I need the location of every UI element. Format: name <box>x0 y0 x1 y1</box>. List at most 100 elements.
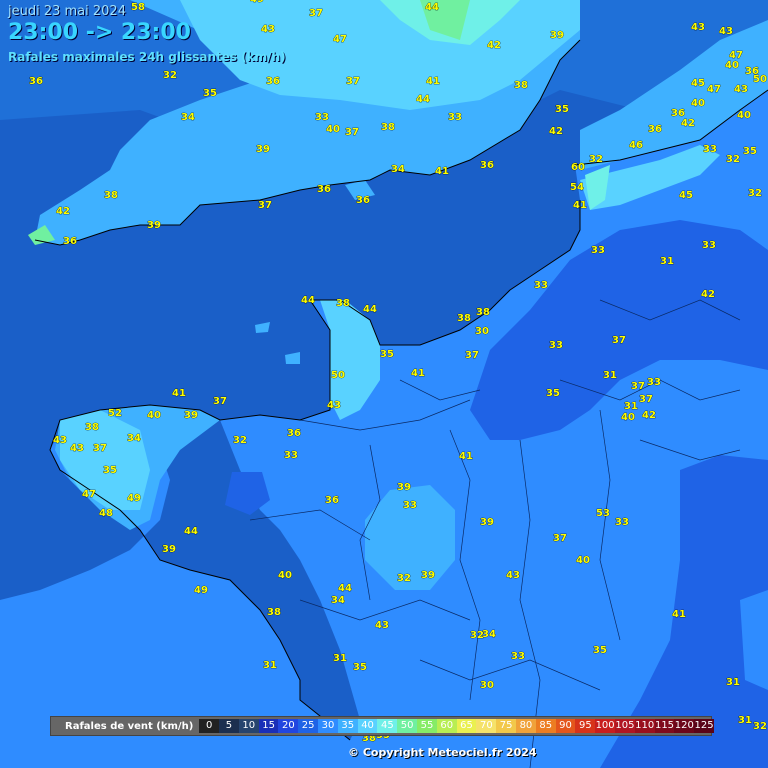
station-value: 44 <box>363 304 377 315</box>
station-value: 39 <box>397 482 411 493</box>
station-value: 37 <box>465 350 479 361</box>
station-value: 36 <box>29 76 43 87</box>
station-value: 47 <box>707 84 721 95</box>
station-value: 31 <box>738 715 752 726</box>
station-value: 32 <box>726 154 740 165</box>
station-value: 33 <box>315 112 329 123</box>
station-value: 35 <box>103 465 117 476</box>
station-value: 43 <box>734 84 748 95</box>
station-value: 41 <box>411 368 425 379</box>
legend-step: 60 <box>436 719 457 733</box>
station-value: 33 <box>511 651 525 662</box>
station-value: 33 <box>549 340 563 351</box>
station-value: 35 <box>546 388 560 399</box>
station-value: 30 <box>480 680 494 691</box>
station-value: 32 <box>233 435 247 446</box>
station-value: 34 <box>181 112 195 123</box>
station-value: 38 <box>336 298 350 309</box>
legend-step: 125 <box>694 719 714 733</box>
station-value: 40 <box>621 412 635 423</box>
station-value: 42 <box>56 206 70 217</box>
station-value: 48 <box>99 508 113 519</box>
station-value: 40 <box>326 124 340 135</box>
station-value: 37 <box>93 443 107 454</box>
station-value: 53 <box>596 508 610 519</box>
station-value: 41 <box>672 609 686 620</box>
station-value: 39 <box>480 517 494 528</box>
station-value: 43 <box>327 400 341 411</box>
station-value: 44 <box>184 526 198 537</box>
station-value: 52 <box>108 408 122 419</box>
station-value: 44 <box>301 295 315 306</box>
legend-step: 5 <box>219 719 239 733</box>
station-value: 34 <box>331 595 345 606</box>
legend-step: 95 <box>575 719 596 733</box>
station-value: 39 <box>162 544 176 555</box>
legend-step: 0 <box>199 719 220 733</box>
station-value: 32 <box>397 573 411 584</box>
station-value: 33 <box>591 245 605 256</box>
station-value: 41 <box>172 388 186 399</box>
station-value: 43 <box>70 443 84 454</box>
legend-step: 80 <box>516 719 536 733</box>
station-value: 41 <box>459 451 473 462</box>
legend-step: 70 <box>476 719 497 733</box>
station-value: 45 <box>679 190 693 201</box>
station-value: 46 <box>629 140 643 151</box>
station-value: 42 <box>487 40 501 51</box>
station-value: 31 <box>726 677 740 688</box>
station-value: 31 <box>660 256 674 267</box>
station-value: 60 <box>571 162 585 173</box>
color-legend: Rafales de vent (km/h) 0 5 10 15 20 25 30 35 40 4… <box>50 716 714 736</box>
station-value: 35 <box>555 104 569 115</box>
station-value: 41 <box>573 200 587 211</box>
station-value: 47 <box>333 34 347 45</box>
station-value: 43 <box>506 570 520 581</box>
legend-step: 30 <box>318 719 338 733</box>
legend-step: 45 <box>377 719 398 733</box>
legend-step: 20 <box>278 719 299 733</box>
station-value: 36 <box>480 160 494 171</box>
station-value: 36 <box>356 195 370 206</box>
station-value: 36 <box>317 184 331 195</box>
station-value: 43 <box>261 24 275 35</box>
station-value: 38 <box>85 422 99 433</box>
station-value: 37 <box>213 396 227 407</box>
station-value: 31 <box>333 653 347 664</box>
station-value: 39 <box>550 30 564 41</box>
station-value: 38 <box>457 313 471 324</box>
station-value: 33 <box>703 144 717 155</box>
legend-steps: 0 5 10 15 20 25 30 35 40 45 50 55 60 65 70 75 80 85 90 95 10… <box>199 719 714 733</box>
station-value: 40 <box>737 110 751 121</box>
station-value: 33 <box>448 112 462 123</box>
copyright: © Copyright Meteociel.fr 2024 <box>348 746 537 759</box>
station-value: 38 <box>514 80 528 91</box>
station-value: 40 <box>576 555 590 566</box>
station-value: 38 <box>476 307 490 318</box>
station-value: 54 <box>570 182 584 193</box>
station-value: 40 <box>147 410 161 421</box>
legend-step: 65 <box>456 719 477 733</box>
legend-step: 15 <box>258 719 279 733</box>
station-value: 32 <box>753 721 767 732</box>
station-value: 39 <box>147 220 161 231</box>
station-value: 50 <box>753 74 767 85</box>
station-value: 39 <box>256 144 270 155</box>
station-value: 42 <box>681 118 695 129</box>
station-value: 36 <box>287 428 301 439</box>
legend-step: 40 <box>357 719 378 733</box>
legend-step: 50 <box>397 719 418 733</box>
station-value: 38 <box>267 607 281 618</box>
station-value: 30 <box>475 326 489 337</box>
wind-gust-map: 5849374443473943434736405036324235363741… <box>0 0 768 768</box>
legend-title: Rafales de vent (km/h) <box>65 720 194 732</box>
station-value: 31 <box>603 370 617 381</box>
legend-step: 100 <box>595 719 616 733</box>
station-value: 36 <box>325 495 339 506</box>
station-value: 37 <box>639 394 653 405</box>
station-value: 47 <box>82 489 96 500</box>
station-value: 37 <box>631 381 645 392</box>
map-subtitle: Rafales maximales 24h glissantes (km/h) <box>8 50 286 64</box>
station-value: 58 <box>131 2 145 13</box>
legend-step: 35 <box>337 719 358 733</box>
